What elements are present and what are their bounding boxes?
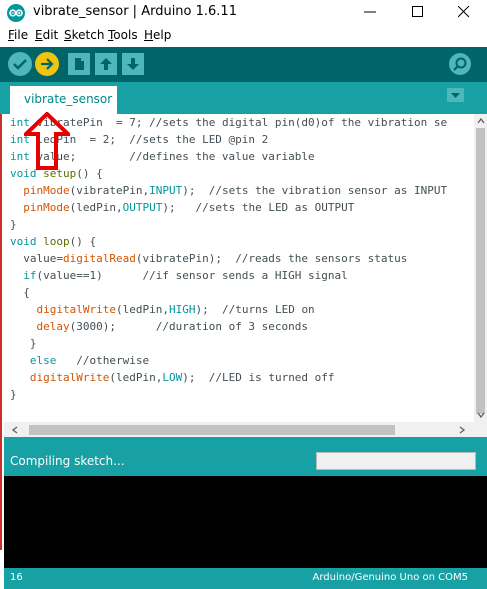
menu-help[interactable]: Help bbox=[144, 28, 171, 42]
menu-edit[interactable]: Edit bbox=[35, 28, 58, 42]
code-line[interactable]: else //otherwise bbox=[10, 352, 149, 369]
triangle-down-icon bbox=[451, 93, 460, 98]
line-number: 16 bbox=[10, 572, 23, 583]
code-line[interactable]: pinMode(ledPin,OUTPUT); //sets the LED a… bbox=[10, 199, 354, 216]
close-icon bbox=[458, 6, 470, 18]
magnifier-icon bbox=[453, 57, 467, 71]
code-line[interactable]: } bbox=[10, 335, 37, 352]
menu-file[interactable]: File bbox=[8, 28, 28, 42]
panel-divider[interactable] bbox=[4, 437, 487, 446]
tab-menu-button[interactable] bbox=[447, 88, 464, 102]
verify-button[interactable] bbox=[8, 52, 32, 76]
scroll-left-icon[interactable] bbox=[10, 425, 20, 435]
code-editor[interactable]: int vibratePin = 7; //sets the digital p… bbox=[4, 114, 474, 422]
desktop-edge bbox=[0, 60, 2, 550]
vertical-scrollbar[interactable] bbox=[474, 114, 487, 422]
tab-label: vibrate_sensor bbox=[24, 92, 113, 106]
title-bar: vibrate_sensor | Arduino 1.6.11 bbox=[0, 0, 487, 26]
horizontal-scrollbar[interactable] bbox=[4, 422, 487, 437]
arrow-down-icon bbox=[127, 58, 139, 70]
code-line[interactable]: delay(3000); //duration of 3 seconds bbox=[10, 318, 309, 335]
arrow-up-icon bbox=[100, 58, 112, 70]
menu-tools[interactable]: Tools bbox=[108, 28, 138, 42]
new-sketch-button[interactable] bbox=[68, 53, 90, 75]
code-line[interactable]: } bbox=[10, 216, 17, 233]
menu-sketch[interactable]: Sketch bbox=[64, 28, 104, 42]
board-port-label: Arduino/Genuino Uno on COM5 bbox=[312, 572, 469, 583]
arduino-window: vibrate_sensor | Arduino 1.6.11 File Edi… bbox=[0, 0, 487, 589]
minimize-button[interactable] bbox=[348, 0, 393, 24]
code-line[interactable]: { bbox=[10, 284, 30, 301]
tab-bar: vibrate_sensor bbox=[0, 82, 487, 114]
upload-button[interactable] bbox=[35, 52, 59, 76]
scroll-down-icon[interactable] bbox=[476, 410, 486, 420]
code-line[interactable]: } bbox=[10, 386, 17, 403]
scroll-right-icon[interactable] bbox=[457, 425, 467, 435]
close-button[interactable] bbox=[442, 0, 487, 24]
checkmark-icon bbox=[13, 59, 27, 70]
menu-bar: File Edit Sketch Tools Help bbox=[0, 26, 487, 46]
arduino-logo-icon bbox=[7, 4, 25, 22]
minimize-icon bbox=[364, 11, 376, 13]
footer-bar: 16 Arduino/Genuino Uno on COM5 bbox=[4, 568, 487, 589]
console-output[interactable] bbox=[4, 476, 487, 568]
code-line[interactable]: if(value==1) //if sensor sends a HIGH si… bbox=[10, 267, 348, 284]
open-button[interactable] bbox=[95, 53, 117, 75]
code-line[interactable]: digitalWrite(ledPin,LOW); //LED is turne… bbox=[10, 369, 335, 386]
code-line[interactable]: int vibratePin = 7; //sets the digital p… bbox=[10, 114, 447, 131]
code-line[interactable]: pinMode(vibratePin,INPUT); //sets the vi… bbox=[10, 182, 447, 199]
new-file-icon bbox=[75, 58, 84, 70]
compile-progress-bar bbox=[316, 452, 476, 470]
maximize-button[interactable] bbox=[396, 0, 441, 24]
horizontal-scroll-thumb[interactable] bbox=[29, 425, 395, 435]
code-line[interactable]: void loop() { bbox=[10, 233, 96, 250]
vertical-scroll-thumb[interactable] bbox=[476, 128, 485, 414]
red-up-arrow-annotation bbox=[24, 112, 70, 170]
serial-monitor-button[interactable] bbox=[449, 53, 471, 75]
window-title: vibrate_sensor | Arduino 1.6.11 bbox=[33, 4, 237, 19]
code-line[interactable]: value=digitalRead(vibratePin); //reads t… bbox=[10, 250, 407, 267]
scroll-up-icon[interactable] bbox=[476, 116, 486, 126]
save-button[interactable] bbox=[122, 53, 144, 75]
code-line[interactable]: digitalWrite(ledPin,HIGH); //turns LED o… bbox=[10, 301, 315, 318]
status-bar: Compiling sketch... bbox=[4, 446, 487, 476]
status-message: Compiling sketch... bbox=[10, 454, 125, 468]
toolbar bbox=[0, 47, 487, 82]
maximize-icon bbox=[412, 6, 423, 17]
arrow-right-icon bbox=[41, 58, 54, 70]
tab-vibrate-sensor[interactable]: vibrate_sensor bbox=[10, 86, 117, 114]
